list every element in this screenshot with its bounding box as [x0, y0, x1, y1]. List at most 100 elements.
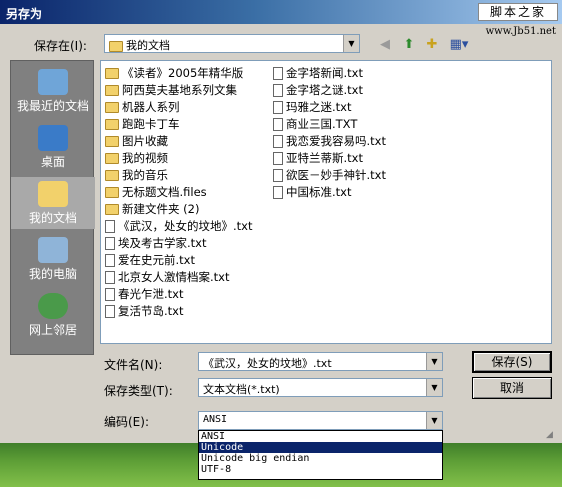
file-column-2: 金字塔新闻.txt 金字塔之谜.txt 玛雅之迷.txt 商业三国.TXT 我恋…: [273, 65, 386, 201]
encoding-label: 编码(E):: [104, 415, 149, 429]
places-bar: 我最近的文档 桌面 我的文档 我的电脑 网上邻居: [10, 60, 95, 355]
list-item[interactable]: 商业三国.TXT: [273, 116, 386, 133]
list-item[interactable]: 《读者》2005年精华版: [105, 65, 252, 82]
new-folder-icon[interactable]: ✚: [423, 36, 441, 54]
folder-icon: [105, 153, 119, 164]
file-name: 我的视频: [122, 151, 168, 165]
encoding-option[interactable]: UTF-8: [199, 464, 442, 475]
folder-icon: [105, 68, 119, 79]
list-item[interactable]: 机器人系列: [105, 99, 252, 116]
list-item[interactable]: 我的音乐: [105, 167, 252, 184]
place-my-computer[interactable]: 我的电脑: [11, 233, 95, 285]
encoding-dropdown[interactable]: ANSI ▼: [198, 411, 443, 430]
text-file-icon: [273, 84, 283, 97]
list-item[interactable]: 跑跑卡丁车: [105, 116, 252, 133]
list-item[interactable]: 亚特兰蒂斯.txt: [273, 150, 386, 167]
file-name: 金字塔之谜.txt: [286, 83, 363, 97]
text-file-icon: [105, 220, 115, 233]
title-bar[interactable]: 另存为 脚本之家: [0, 0, 562, 24]
file-column-1: 《读者》2005年精华版 阿西莫夫基地系列文集 机器人系列 跑跑卡丁车 图片收藏…: [105, 65, 252, 320]
file-name: 我的音乐: [122, 168, 168, 182]
file-name: 无标题文档.files: [122, 185, 207, 199]
folder-icon: [105, 119, 119, 130]
encoding-option[interactable]: ANSI: [199, 431, 442, 442]
folder-icon: [105, 170, 119, 181]
text-file-icon: [273, 67, 283, 80]
encoding-value: ANSI: [203, 414, 228, 425]
list-item[interactable]: 欲医－妙手神针.txt: [273, 167, 386, 184]
list-item[interactable]: 玛雅之迷.txt: [273, 99, 386, 116]
view-menu-icon[interactable]: ▦▾: [448, 36, 470, 54]
list-item[interactable]: 我恋爱我容易吗.txt: [273, 133, 386, 150]
my-computer-icon: [38, 237, 68, 263]
folder-icon: [105, 136, 119, 147]
file-name: 金字塔新闻.txt: [286, 66, 363, 80]
list-item[interactable]: 阿西莫夫基地系列文集: [105, 82, 252, 99]
desktop-icon: [38, 125, 68, 151]
folder-icon: [105, 204, 119, 215]
chevron-down-icon[interactable]: ▼: [426, 353, 442, 370]
list-item[interactable]: 金字塔新闻.txt: [273, 65, 386, 82]
list-item[interactable]: 金字塔之谜.txt: [273, 82, 386, 99]
filename-field[interactable]: 《武汉，处女的坟地》.txt ▼: [198, 352, 443, 371]
list-item[interactable]: 《武汉，处女的坟地》.txt: [105, 218, 252, 235]
cancel-button[interactable]: 取消: [472, 377, 552, 399]
back-icon[interactable]: ◀: [376, 36, 394, 54]
resize-grip-icon[interactable]: ◢: [546, 430, 558, 442]
save-button[interactable]: 保存(S): [472, 351, 552, 373]
list-item[interactable]: 爱在史元前.txt: [105, 252, 252, 269]
place-desktop[interactable]: 桌面: [11, 121, 95, 173]
list-item[interactable]: 埃及考古学家.txt: [105, 235, 252, 252]
text-file-icon: [273, 118, 283, 131]
folder-icon: [105, 102, 119, 113]
list-item[interactable]: 无标题文档.files: [105, 184, 252, 201]
text-file-icon: [105, 271, 115, 284]
chevron-down-icon[interactable]: ▼: [426, 412, 442, 429]
list-item[interactable]: 北京女人激情档案.txt: [105, 269, 252, 286]
file-name: 跑跑卡丁车: [122, 117, 180, 131]
text-file-icon: [105, 288, 115, 301]
place-network[interactable]: 网上邻居: [11, 289, 95, 341]
place-label: 网上邻居: [28, 323, 77, 337]
place-label: 我最近的文档: [16, 99, 89, 113]
recent-documents-icon: [38, 69, 68, 95]
chevron-down-icon[interactable]: ▼: [343, 35, 359, 52]
list-item[interactable]: 我的视频: [105, 150, 252, 167]
text-file-icon: [105, 254, 115, 267]
file-name: 亚特兰蒂斯.txt: [286, 151, 363, 165]
text-file-icon: [273, 135, 283, 148]
text-file-icon: [273, 186, 283, 199]
file-name: 图片收藏: [122, 134, 168, 148]
watermark-logo: 脚本之家: [478, 3, 558, 21]
encoding-option-selected[interactable]: Unicode: [199, 442, 442, 453]
list-item[interactable]: 复活节岛.txt: [105, 303, 252, 320]
folder-icon: [105, 85, 119, 96]
list-item[interactable]: 春光乍泄.txt: [105, 286, 252, 303]
file-name: 复活节岛.txt: [118, 304, 184, 318]
place-recent[interactable]: 我最近的文档: [11, 65, 95, 117]
filetype-value: 文本文档(*.txt): [203, 383, 280, 396]
watermark-url: www.Jb51.net: [485, 26, 556, 37]
up-folder-icon[interactable]: ⬆: [400, 36, 418, 54]
file-list[interactable]: 《读者》2005年精华版 阿西莫夫基地系列文集 机器人系列 跑跑卡丁车 图片收藏…: [100, 60, 552, 344]
file-name: 《武汉，处女的坟地》.txt: [118, 219, 253, 233]
encoding-option[interactable]: Unicode big endian: [199, 453, 442, 464]
filetype-dropdown[interactable]: 文本文档(*.txt) ▼: [198, 378, 443, 397]
file-name: 阿西莫夫基地系列文集: [122, 83, 237, 97]
place-my-documents[interactable]: 我的文档: [11, 177, 95, 229]
file-name: 欲医－妙手神针.txt: [286, 168, 386, 182]
save-in-value: 我的文档: [126, 39, 170, 52]
file-name: 北京女人激情档案.txt: [118, 270, 230, 284]
folder-icon: [109, 40, 123, 52]
place-label: 桌面: [40, 155, 65, 169]
window-title: 另存为: [6, 7, 43, 21]
chevron-down-icon[interactable]: ▼: [426, 379, 442, 396]
list-item[interactable]: 新建文件夹 (2): [105, 201, 252, 218]
list-item[interactable]: 图片收藏: [105, 133, 252, 150]
text-file-icon: [273, 101, 283, 114]
list-item[interactable]: 中国标准.txt: [273, 184, 386, 201]
file-name: 《读者》2005年精华版: [122, 66, 244, 80]
save-in-dropdown[interactable]: 我的文档 ▼: [104, 34, 360, 53]
encoding-options-list[interactable]: ANSI Unicode Unicode big endian UTF-8: [198, 430, 443, 480]
filename-label: 文件名(N):: [104, 358, 163, 372]
